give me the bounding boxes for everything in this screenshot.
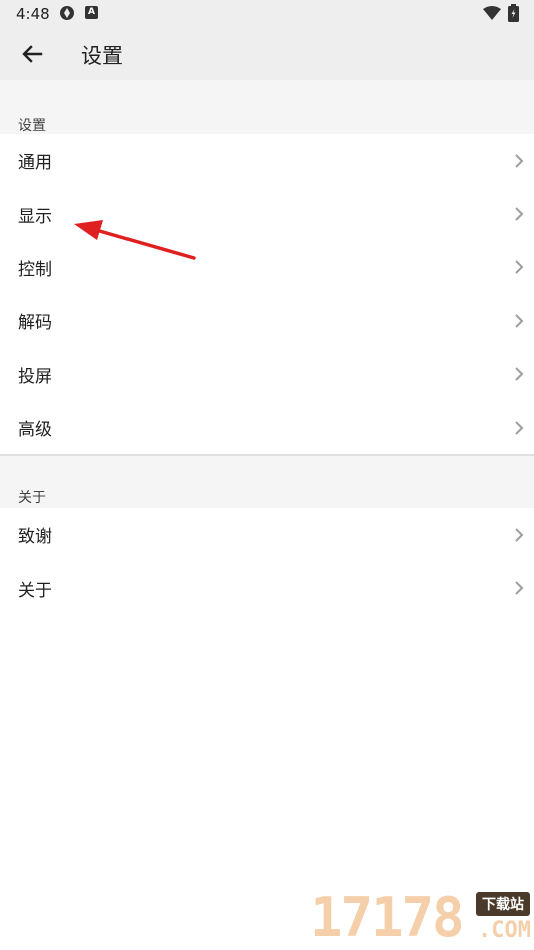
list-item-cast[interactable]: 投屏 xyxy=(0,348,534,401)
list-item-general[interactable]: 通用 xyxy=(0,134,534,187)
watermark-suffix: .COM xyxy=(478,918,531,943)
a-badge-icon: A xyxy=(85,6,98,19)
battery-icon xyxy=(508,4,519,22)
chevron-right-icon xyxy=(515,207,524,221)
list-item-advanced[interactable]: 高级 xyxy=(0,401,534,454)
section-header-settings: 设置 xyxy=(18,118,46,134)
chevron-right-icon xyxy=(515,314,524,328)
status-time: 4:48 xyxy=(16,5,50,23)
chevron-right-icon xyxy=(515,581,524,595)
app-bar: 设置 xyxy=(0,28,534,80)
chevron-right-icon xyxy=(515,367,524,381)
watermark-digits: 17178 xyxy=(310,886,465,949)
wifi-icon xyxy=(483,6,501,20)
chevron-right-icon xyxy=(515,260,524,275)
list-item-display[interactable]: 显示 xyxy=(0,187,534,240)
list-item-decoding[interactable]: 解码 xyxy=(0,294,534,347)
chevron-right-icon xyxy=(515,420,524,435)
chevron-right-icon xyxy=(515,527,524,542)
page-title: 设置 xyxy=(81,44,123,68)
back-button[interactable] xyxy=(10,32,54,76)
list-item-about[interactable]: 关于 xyxy=(0,561,534,614)
list-item-label: 显示 xyxy=(18,206,52,227)
section-header-area: 关于 xyxy=(0,456,534,508)
about-list: 致谢 关于 xyxy=(0,508,534,615)
list-item-label: 通用 xyxy=(18,153,52,174)
list-item-acknowledgements[interactable]: 致谢 xyxy=(0,508,534,561)
list-item-label: 解码 xyxy=(18,313,52,334)
list-item-label: 投屏 xyxy=(18,366,52,387)
arrow-left-icon xyxy=(22,45,43,63)
list-item-label: 关于 xyxy=(18,580,52,601)
list-item-label: 致谢 xyxy=(18,527,52,548)
chevron-right-icon xyxy=(515,153,524,168)
list-item-label: 高级 xyxy=(18,420,52,441)
section-header-about: 关于 xyxy=(18,490,46,506)
settings-list: 通用 显示 控制 解码 投屏 高级 xyxy=(0,134,534,455)
watermark-badge: 下载站 xyxy=(476,892,530,916)
section-header-area: 设置 xyxy=(0,80,534,134)
list-item-controls[interactable]: 控制 xyxy=(0,241,534,294)
sync-icon xyxy=(60,6,74,20)
watermark-logo: 17178 下载站 .COM xyxy=(310,888,534,950)
list-item-label: 控制 xyxy=(18,259,52,280)
status-bar: 4:48 A xyxy=(0,0,534,28)
